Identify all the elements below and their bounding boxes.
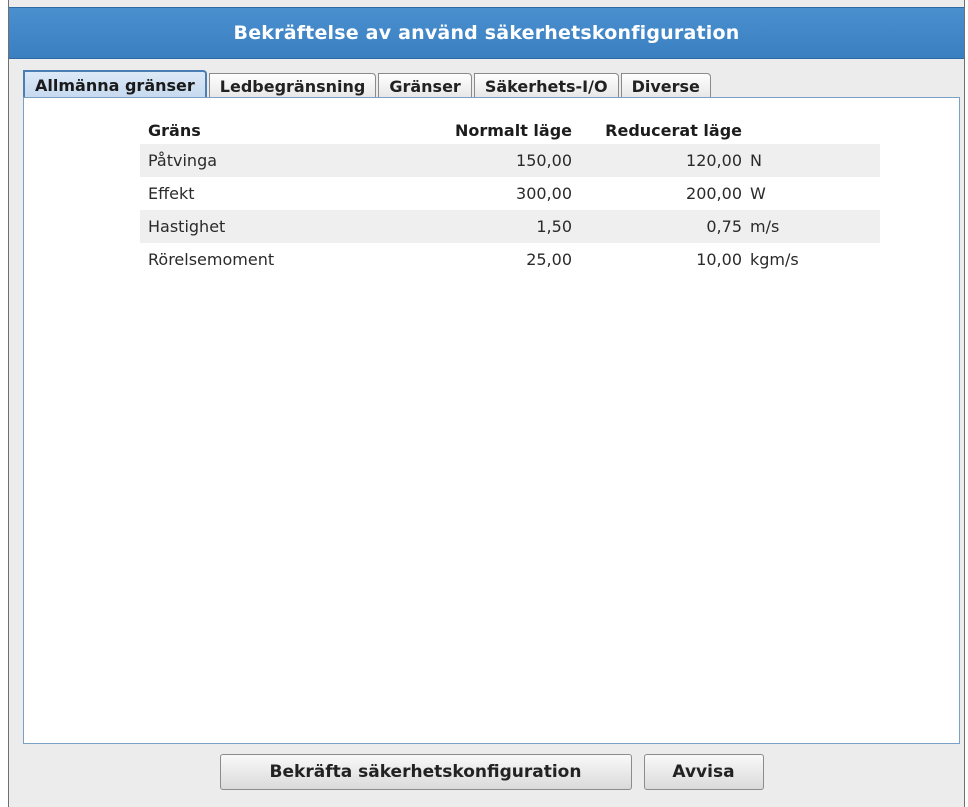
reduced-value: 120,00 (572, 144, 742, 177)
table-row: Hastighet 1,50 0,75 m/s (140, 210, 880, 243)
reduced-value: 200,00 (686, 184, 742, 203)
header-normal-mode: Normalt läge (454, 120, 572, 140)
unit: N (742, 144, 880, 177)
tab-bar: Allmänna gränser Ledbegränsning Gränser … (23, 70, 713, 98)
reduced-value: 10,00 (696, 250, 742, 269)
header-limit: Gräns (148, 120, 201, 140)
confirm-safety-config-button[interactable]: Bekräfta säkerhetskonfiguration (219, 754, 632, 790)
limit-name: Effekt (148, 184, 195, 203)
table-row: Effekt 300,00 200,00 W (140, 177, 880, 210)
tab-general-limits[interactable]: Allmänna gränser (23, 70, 207, 98)
tab-boundaries[interactable]: Gränser (378, 73, 472, 98)
header-reduced-mode: Reducerat läge (605, 120, 742, 140)
safety-confirmation-dialog: Bekräftelse av använd säkerhetskonfigura… (8, 0, 965, 807)
unit: kgm/s (750, 250, 799, 269)
tab-safety-io[interactable]: Säkerhets-I/O (473, 73, 619, 98)
normal-value: 1,50 (322, 210, 572, 243)
limit-name: Hastighet (140, 210, 322, 243)
tab-panel-general-limits: Gräns Normalt läge Reducerat läge Påtvin… (23, 97, 960, 744)
limit-name: Rörelsemoment (148, 250, 275, 269)
unit: m/s (742, 210, 880, 243)
normal-value: 150,00 (322, 144, 572, 177)
unit: W (750, 184, 766, 203)
reject-button[interactable]: Avvisa (643, 754, 764, 790)
table-header-row: Gräns Normalt läge Reducerat läge (140, 116, 880, 144)
tab-misc[interactable]: Diverse (620, 73, 711, 98)
limits-table: Gräns Normalt läge Reducerat läge Påtvin… (140, 116, 880, 276)
normal-value: 25,00 (526, 250, 572, 269)
header-unit (742, 116, 880, 144)
table-row: Rörelsemoment 25,00 10,00 kgm/s (140, 243, 880, 276)
table-row: Påtvinga 150,00 120,00 N (140, 144, 880, 177)
tab-joint-limits[interactable]: Ledbegränsning (208, 73, 377, 98)
button-row: Bekräfta säkerhetskonfiguration Avvisa (9, 754, 964, 790)
reduced-value: 0,75 (572, 210, 742, 243)
normal-value: 300,00 (516, 184, 572, 203)
limit-name: Påtvinga (140, 144, 322, 177)
dialog-title: Bekräftelse av använd säkerhetskonfigura… (9, 7, 964, 59)
